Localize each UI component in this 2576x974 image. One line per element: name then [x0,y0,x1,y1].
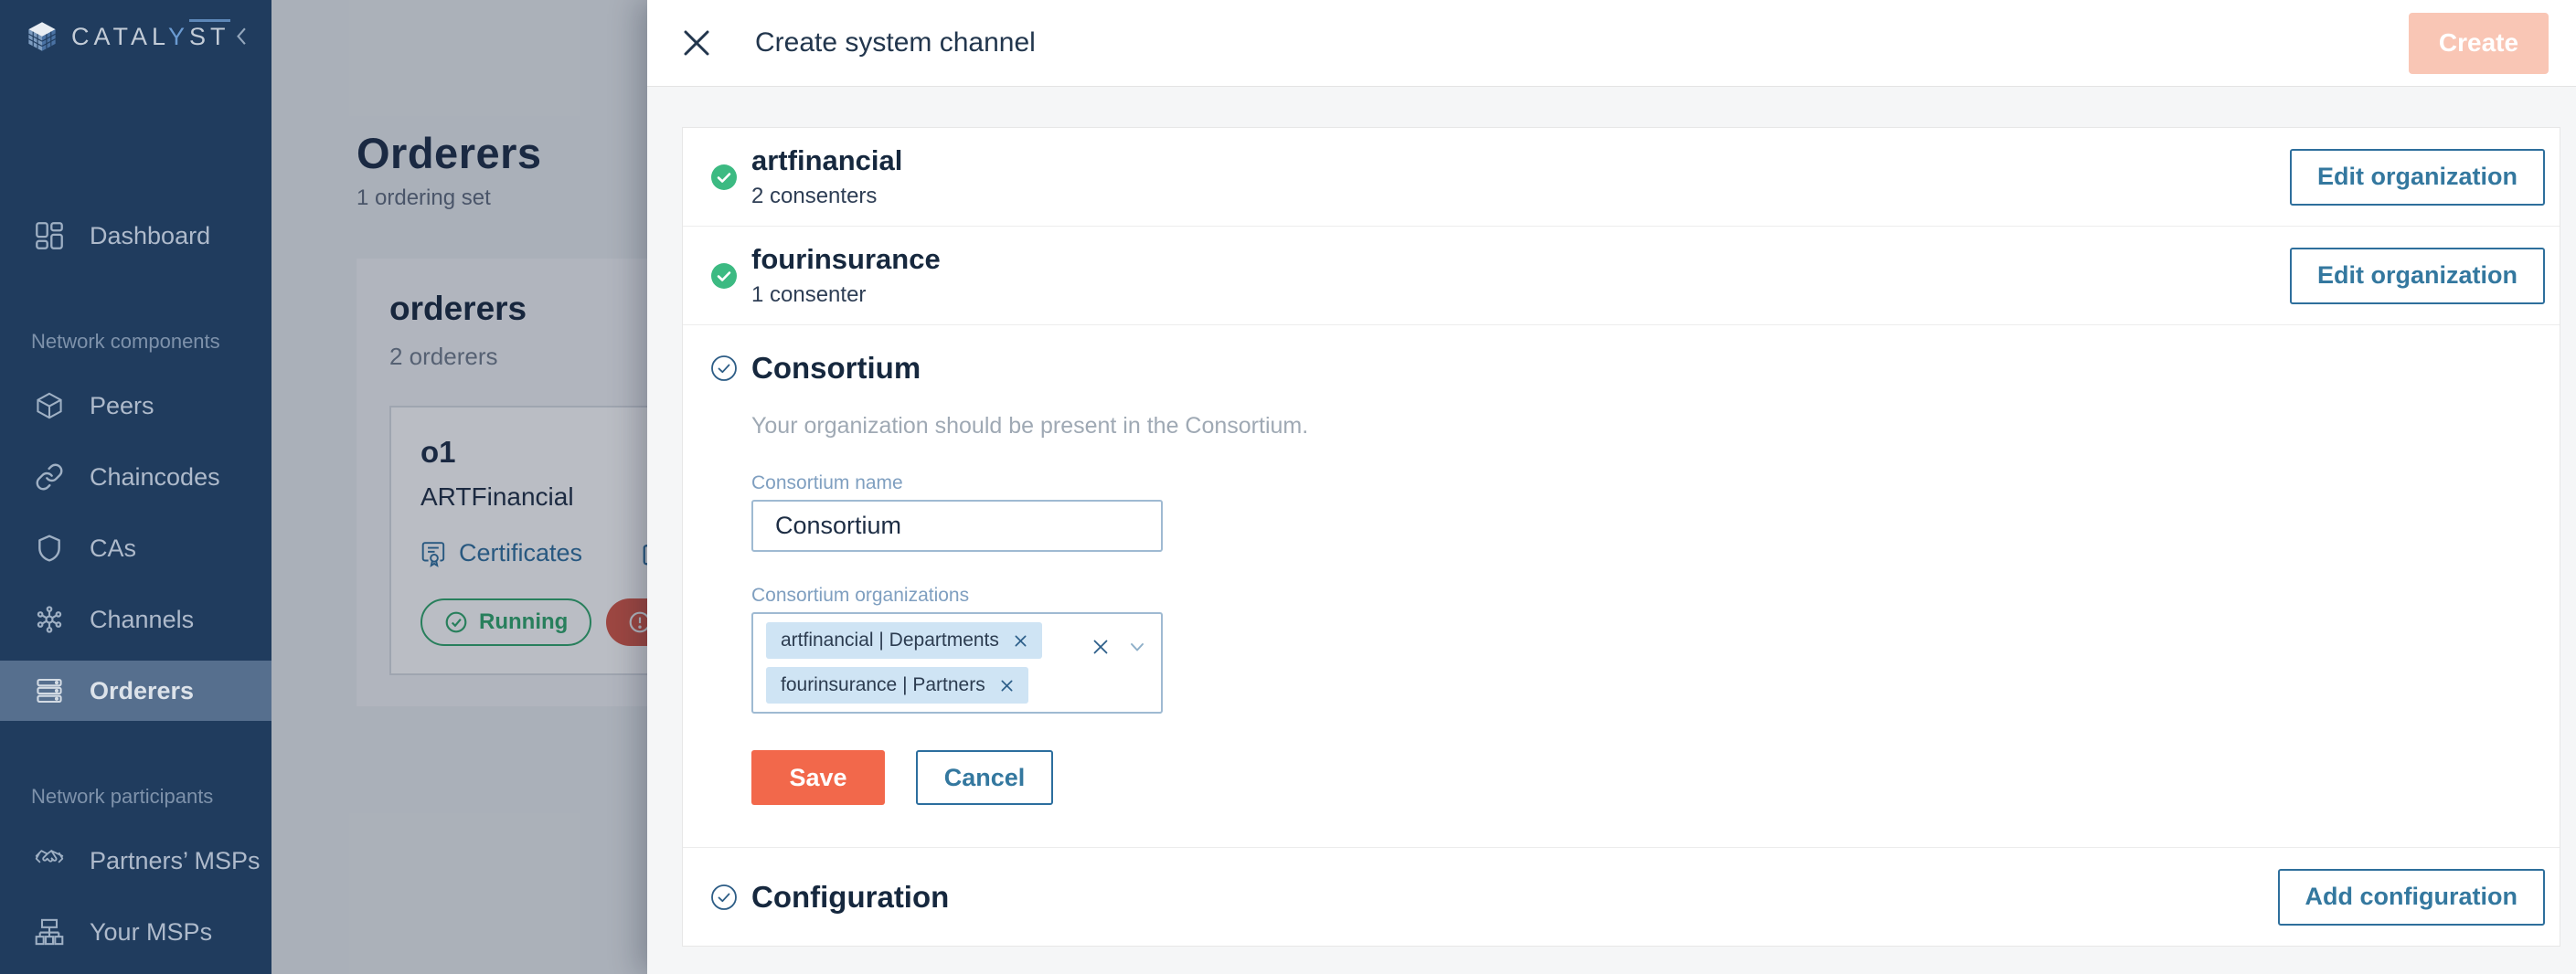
logo: CATALYST [0,0,271,73]
org-name: fourinsurance [751,243,2290,276]
chain-link-icon [35,462,64,492]
sidebar-collapse-icon[interactable] [230,25,253,48]
modal-body: artfinancial 2 consenters Edit organizat… [647,87,2576,947]
sidebar-nav: Dashboard Network components Peers [0,73,271,973]
cube-icon [35,391,64,420]
modal-title: Create system channel [755,27,1036,58]
logo-text: CATALYST [71,23,230,51]
sidebar-section-components: Network components [0,330,271,354]
configuration-heading: Configuration [751,880,949,915]
org-row-artfinancial: artfinancial 2 consenters Edit organizat… [683,128,2560,227]
sidebar-item-your-msps[interactable]: Your MSPs [0,902,271,962]
sidebar-item-label: Your MSPs [90,918,212,947]
clear-selection-icon[interactable] [1091,638,1110,656]
sidebar-section-participants: Network participants [0,785,271,809]
sidebar-item-chaincodes[interactable]: Chaincodes [0,447,271,507]
sidebar-item-partners-msps[interactable]: Partners’ MSPs [0,831,271,891]
app-root: CATALYST Dashboard Network components [0,0,2576,974]
sidebar-item-label: Dashboard [90,222,210,250]
sidebar: CATALYST Dashboard Network components [0,0,271,974]
add-configuration-button[interactable]: Add configuration [2278,869,2545,926]
sidebar-item-dashboard[interactable]: Dashboard [0,206,271,266]
remove-tag-icon[interactable] [1014,634,1027,648]
sidebar-item-label: Partners’ MSPs [90,847,261,875]
save-button[interactable]: Save [751,750,885,805]
server-stack-icon [35,676,64,705]
close-icon[interactable] [680,26,713,59]
edit-organization-button[interactable]: Edit organization [2290,248,2545,304]
org-tag: artfinancial | Departments [766,622,1042,659]
modal-card: artfinancial 2 consenters Edit organizat… [682,127,2560,947]
sidebar-item-cas[interactable]: CAs [0,518,271,578]
chevron-down-icon[interactable] [1128,638,1146,656]
network-hub-icon [35,605,64,634]
check-circle-outline-icon [710,355,738,382]
sidebar-item-orderers[interactable]: Orderers [0,661,271,721]
consortium-heading: Consortium [751,351,921,386]
create-button[interactable]: Create [2409,13,2549,74]
modal-header: Create system channel Create [647,0,2576,87]
check-circle-outline-icon [710,884,738,911]
org-row-fourinsurance: fourinsurance 1 consenter Edit organizat… [683,227,2560,325]
sidebar-item-label: Orderers [90,677,194,705]
org-detail: 1 consenter [751,282,2290,308]
edit-organization-button[interactable]: Edit organization [2290,149,2545,206]
org-detail: 2 consenters [751,184,2290,209]
catalyst-logo-icon [26,20,59,53]
consortium-organizations-label: Consortium organizations [751,585,2545,607]
consortium-organizations-select[interactable]: artfinancial | Departments fourinsurance… [751,612,1163,714]
shield-icon [35,534,64,563]
consortium-name-label: Consortium name [751,472,2545,494]
sidebar-item-label: Peers [90,392,154,420]
check-circle-filled-icon [710,262,738,290]
handshake-icon [35,846,64,875]
dashboard-icon [35,221,64,250]
check-circle-filled-icon [710,164,738,191]
create-system-channel-modal: Create system channel Create artfinancia… [647,0,2576,974]
sidebar-item-peers[interactable]: Peers [0,376,271,436]
sidebar-item-channels[interactable]: Channels [0,589,271,650]
org-name: artfinancial [751,144,2290,177]
cancel-button[interactable]: Cancel [916,750,1053,805]
org-chart-icon [35,917,64,947]
org-tag: fourinsurance | Partners [766,667,1028,704]
consortium-helper-text: Your organization should be present in t… [751,413,2545,439]
consortium-section: Consortium Your organization should be p… [683,325,2560,848]
consortium-name-input[interactable] [751,500,1163,552]
sidebar-item-label: CAs [90,535,136,563]
sidebar-item-label: Chaincodes [90,463,220,492]
remove-tag-icon[interactable] [1000,679,1014,693]
sidebar-item-label: Channels [90,606,194,634]
configuration-section: Configuration Add configuration [683,848,2560,946]
